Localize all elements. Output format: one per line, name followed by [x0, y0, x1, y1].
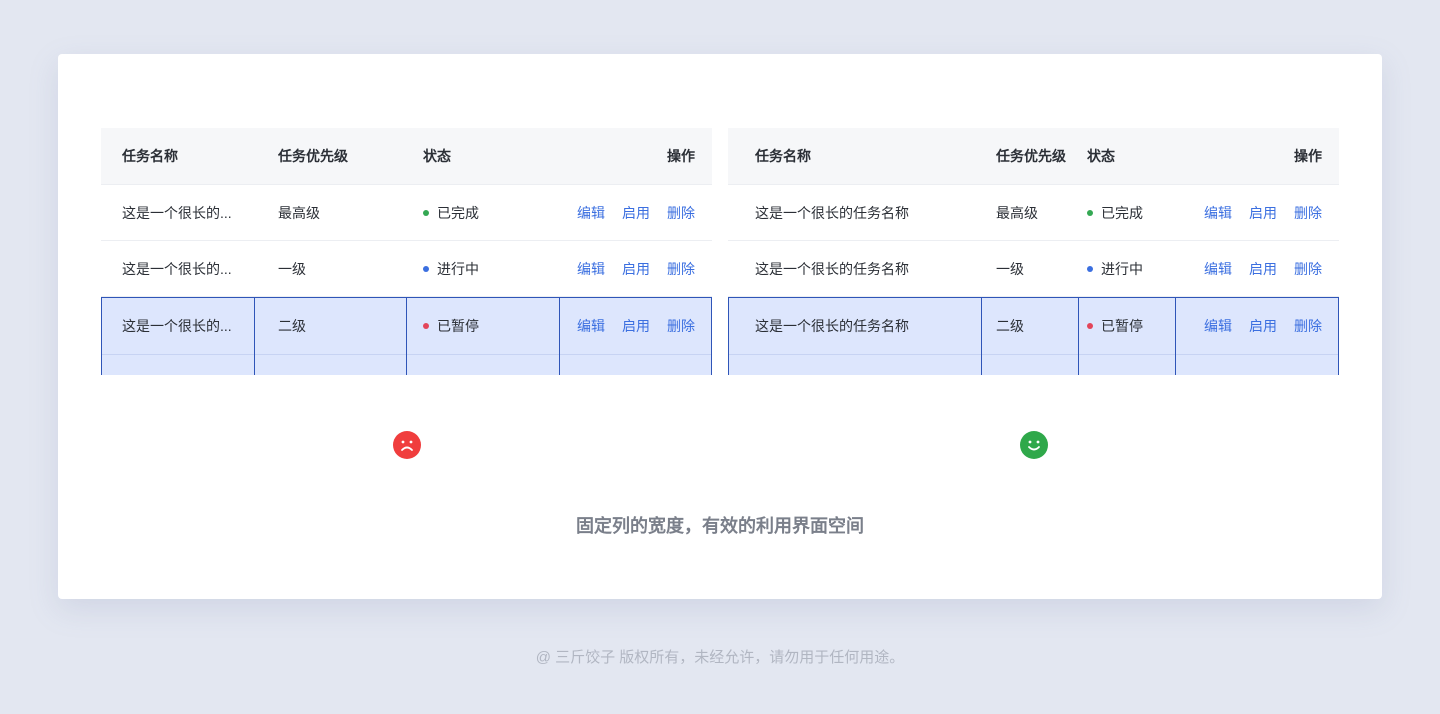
table-row: 这是一个很长的任务名称 一级 进行中 编辑 启用 删除 — [728, 241, 1339, 297]
status-label: 已暂停 — [1101, 318, 1143, 334]
status-cell: 已完成 — [1087, 185, 1143, 240]
status-dot-icon — [423, 323, 429, 329]
enable-link[interactable]: 启用 — [622, 259, 650, 279]
column-border — [254, 298, 255, 375]
column-border — [406, 298, 407, 375]
status-label: 进行中 — [437, 260, 479, 277]
enable-link[interactable]: 启用 — [622, 203, 650, 223]
delete-link[interactable]: 删除 — [667, 316, 695, 336]
priority-cell: 最高级 — [996, 204, 1038, 221]
status-label: 进行中 — [1101, 260, 1143, 277]
delete-link[interactable]: 删除 — [667, 259, 695, 279]
header-actions: 操作 — [1294, 148, 1322, 164]
status-label: 已暂停 — [437, 318, 479, 334]
comparison-card: 任务名称 任务优先级 状态 操作 这是一个很长的... 最高级 已完成 编辑 启… — [58, 54, 1382, 599]
edit-link[interactable]: 编辑 — [577, 316, 605, 336]
column-border — [981, 298, 982, 375]
enable-link[interactable]: 启用 — [622, 316, 650, 336]
task-name-cell: 这是一个很长的任务名称 — [755, 260, 909, 277]
column-border — [559, 298, 560, 375]
table-row: 这是一个很长的... 一级 进行中 编辑 启用 删除 — [101, 241, 712, 297]
task-name-cell: 这是一个很长的任务名称 — [755, 318, 909, 334]
enable-link[interactable]: 启用 — [1249, 203, 1277, 223]
action-links: 编辑 启用 删除 — [577, 298, 695, 354]
delete-link[interactable]: 删除 — [1294, 203, 1322, 223]
status-label: 已完成 — [437, 204, 479, 221]
priority-cell: 最高级 — [278, 204, 320, 221]
status-dot-icon — [423, 265, 429, 272]
table-header: 任务名称 任务优先级 状态 操作 — [101, 128, 712, 185]
edit-link[interactable]: 编辑 — [1204, 316, 1232, 336]
action-links: 编辑 启用 删除 — [577, 241, 695, 296]
edit-link[interactable]: 编辑 — [1204, 259, 1232, 279]
status-dot-icon — [1087, 323, 1093, 329]
task-name-cell: 这是一个很长的任务名称 — [755, 204, 909, 221]
header-actions: 操作 — [667, 148, 695, 164]
table-row-highlighted: 这是一个很长的... 二级 已暂停 编辑 启用 删除 — [101, 297, 712, 375]
status-cell: 已暂停 — [423, 298, 479, 354]
happy-face-icon — [1020, 431, 1048, 459]
status-label: 已完成 — [1101, 204, 1143, 221]
status-dot-icon — [423, 209, 429, 216]
action-links: 编辑 启用 删除 — [1204, 241, 1322, 296]
copyright-footer: @ 三斤饺子 版权所有，未经允许，请勿用于任何用途。 — [535, 649, 905, 666]
priority-cell: 一级 — [278, 260, 306, 277]
column-border — [1175, 298, 1176, 375]
table-row: 这是一个很长的任务名称 最高级 已完成 编辑 启用 删除 — [728, 185, 1339, 241]
priority-cell: 二级 — [278, 318, 306, 334]
column-border — [1078, 298, 1079, 375]
row-divider — [729, 354, 1338, 355]
status-dot-icon — [1087, 265, 1093, 272]
edit-link[interactable]: 编辑 — [577, 203, 605, 223]
header-task-name: 任务名称 — [755, 148, 811, 164]
status-cell: 进行中 — [1087, 241, 1143, 296]
action-links: 编辑 启用 删除 — [1204, 298, 1322, 354]
priority-cell: 一级 — [996, 260, 1024, 277]
table-row: 这是一个很长的... 最高级 已完成 编辑 启用 删除 — [101, 185, 712, 241]
enable-link[interactable]: 启用 — [1249, 316, 1277, 336]
header-status: 状态 — [423, 148, 451, 164]
status-cell: 已暂停 — [1087, 298, 1143, 354]
table-good-example: 任务名称 任务优先级 状态 操作 这是一个很长的任务名称 最高级 已完成 编辑 … — [728, 128, 1339, 375]
delete-link[interactable]: 删除 — [1294, 259, 1322, 279]
delete-link[interactable]: 删除 — [1294, 316, 1322, 336]
action-links: 编辑 启用 删除 — [577, 185, 695, 240]
edit-link[interactable]: 编辑 — [577, 259, 605, 279]
delete-link[interactable]: 删除 — [667, 203, 695, 223]
status-cell: 进行中 — [423, 241, 479, 296]
sad-face-icon — [393, 431, 421, 459]
status-cell: 已完成 — [423, 185, 479, 240]
header-priority: 任务优先级 — [278, 148, 348, 164]
caption: 固定列的宽度，有效的利用界面空间 — [576, 516, 864, 536]
table-row-highlighted: 这是一个很长的任务名称 二级 已暂停 编辑 启用 删除 — [728, 297, 1339, 375]
header-status: 状态 — [1087, 148, 1115, 164]
table-bad-example: 任务名称 任务优先级 状态 操作 这是一个很长的... 最高级 已完成 编辑 启… — [101, 128, 712, 375]
action-links: 编辑 启用 删除 — [1204, 185, 1322, 240]
table-header: 任务名称 任务优先级 状态 操作 — [728, 128, 1339, 185]
priority-cell: 二级 — [996, 318, 1024, 334]
enable-link[interactable]: 启用 — [1249, 259, 1277, 279]
header-priority: 任务优先级 — [996, 148, 1066, 164]
task-name-cell: 这是一个很长的... — [122, 260, 232, 277]
task-name-cell: 这是一个很长的... — [122, 204, 232, 221]
status-dot-icon — [1087, 209, 1093, 216]
header-task-name: 任务名称 — [122, 148, 178, 164]
task-name-cell: 这是一个很长的... — [122, 318, 232, 334]
edit-link[interactable]: 编辑 — [1204, 203, 1232, 223]
